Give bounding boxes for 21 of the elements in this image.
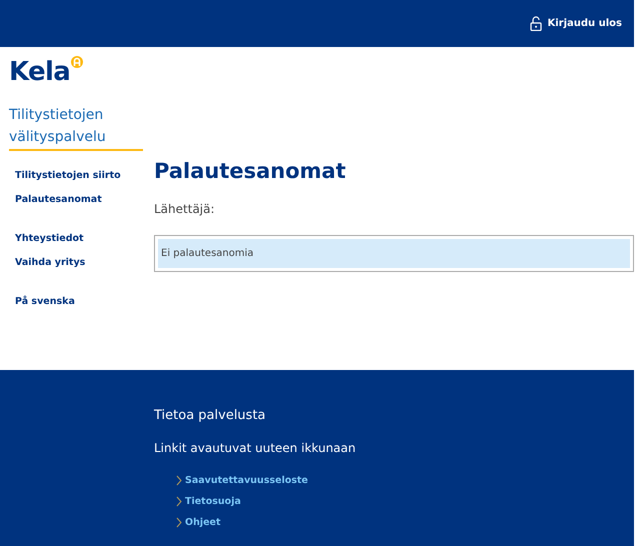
sender-label: Lähettäjä: — [154, 201, 216, 218]
footer-link[interactable]: Ohjeet — [176, 514, 634, 530]
chevron-icon — [176, 474, 182, 486]
empty-message: Ei palautesanomia — [158, 239, 630, 268]
logout-link[interactable]: Kirjaudu ulos — [530, 16, 622, 31]
sidebar-link[interactable]: På svenska — [15, 295, 154, 308]
footer-link[interactable]: Saavutettavuusseloste — [176, 472, 634, 488]
logo-mark-icon — [70, 55, 84, 69]
chevron-icon — [176, 516, 182, 528]
sidebar-link[interactable]: Yhteystiedot — [15, 232, 154, 245]
service-title: Tilitystietojen välityspalvelu — [9, 104, 143, 151]
sidebar-link[interactable]: Tilitystietojen siirto — [15, 169, 154, 182]
chevron-icon — [176, 496, 182, 506]
footer-link[interactable]: Tietosuoja — [176, 494, 634, 508]
sidebar-link[interactable]: Vaihda yritys — [15, 256, 154, 269]
page-title: Palautesanomat — [154, 161, 347, 182]
sidebar-link[interactable]: Palautesanomat — [15, 193, 154, 206]
footer-title: Tietoa palvelusta — [154, 407, 267, 425]
logo-text: Kela — [9, 59, 70, 85]
padlock-icon — [530, 16, 542, 31]
footer-note: Linkit avautuvat uuteen ikkunaan — [154, 440, 357, 456]
